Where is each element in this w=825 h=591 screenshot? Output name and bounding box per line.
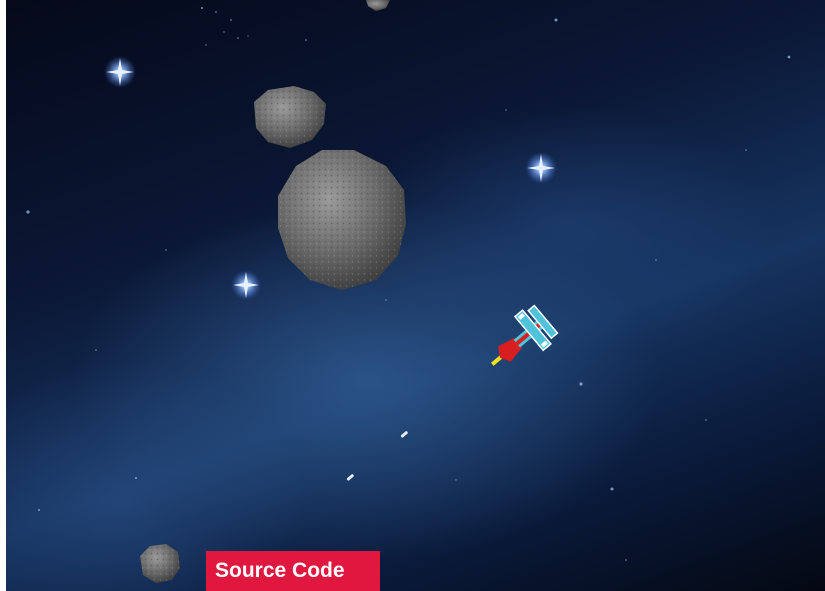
game-canvas[interactable] — [6, 0, 825, 591]
star-icon — [104, 56, 136, 88]
asteroid-icon[interactable] — [254, 86, 326, 148]
spaceship-icon[interactable] — [478, 302, 560, 381]
star-icon — [525, 152, 557, 184]
asteroid-icon[interactable] — [366, 0, 390, 11]
asteroid-icon[interactable] — [278, 150, 406, 290]
bullet-icon — [346, 474, 354, 481]
star-icon — [231, 270, 261, 300]
bullet-icon — [400, 431, 408, 438]
background-stars — [26, 7, 791, 561]
game-frame: Source Code — [0, 0, 825, 591]
source-code-label[interactable]: Source Code — [206, 551, 380, 591]
asteroid-icon[interactable] — [140, 544, 180, 583]
game-scene — [26, 0, 791, 583]
